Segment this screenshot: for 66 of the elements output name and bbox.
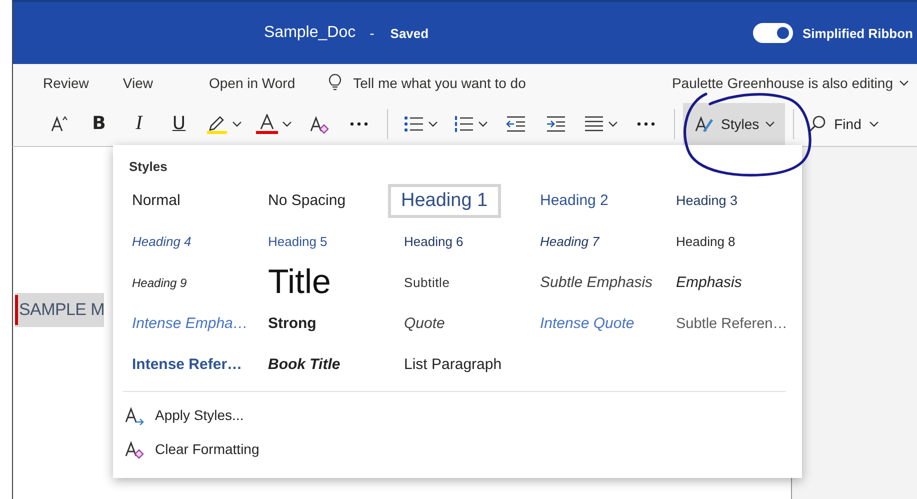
- style-option[interactable]: Heading 2: [534, 186, 614, 215]
- document-title: Sample_Doc: [264, 24, 356, 42]
- style-option[interactable]: Emphasis: [670, 268, 748, 297]
- style-option[interactable]: Heading 6: [398, 228, 470, 255]
- style-option[interactable]: List Paragraph: [398, 350, 508, 379]
- grow-font-icon: [49, 114, 69, 134]
- bold-button[interactable]: B: [79, 106, 119, 140]
- style-option[interactable]: Book Title: [262, 350, 346, 379]
- open-in-word-button[interactable]: Open in Word: [209, 74, 296, 90]
- style-option[interactable]: No Spacing: [262, 186, 352, 215]
- find-button[interactable]: Find: [802, 106, 886, 140]
- title-separator: -: [370, 25, 374, 41]
- styles-button[interactable]: Styles: [683, 102, 786, 144]
- underline-button[interactable]: U: [159, 106, 199, 140]
- style-option[interactable]: Normal: [126, 186, 186, 215]
- style-option[interactable]: Heading 4: [126, 228, 198, 255]
- style-option[interactable]: Quote: [398, 309, 451, 338]
- style-option[interactable]: Intense Empha…: [126, 309, 254, 338]
- highlighter-icon: [206, 114, 228, 134]
- chevron-icon: [869, 120, 880, 126]
- lightbulb-icon: [329, 74, 342, 91]
- outdent-icon: [506, 114, 526, 132]
- style-option[interactable]: Intense Refer…: [126, 350, 248, 379]
- style-option[interactable]: Heading 1: [388, 184, 501, 218]
- style-option[interactable]: Heading 7: [534, 228, 606, 255]
- document-text: SAMPLE M: [15, 293, 104, 327]
- toggle-label: Simplified Ribbon: [802, 26, 913, 40]
- style-option[interactable]: Subtitle: [398, 269, 456, 296]
- clear-formatting-icon: [308, 114, 330, 134]
- ribbon-tab[interactable]: View: [122, 74, 153, 90]
- search-icon: [808, 114, 826, 132]
- style-option[interactable]: Intense Quote: [534, 309, 640, 338]
- align-icon: [584, 116, 604, 132]
- chevron-icon: [232, 120, 242, 126]
- chevron-icon: [608, 120, 618, 126]
- clear-formatting-item[interactable]: Clear Formatting: [123, 432, 260, 466]
- chevron-icon: [478, 120, 488, 126]
- font-color-icon: [256, 114, 278, 134]
- italic-button[interactable]: I: [119, 106, 159, 140]
- bullet-list-icon: [404, 114, 424, 132]
- coauthor-button[interactable]: Paulette Greenhouse is also editing: [672, 74, 909, 90]
- style-option[interactable]: Title: [262, 260, 337, 305]
- styles-icon: [693, 114, 715, 134]
- clear-formatting-icon: [123, 439, 145, 459]
- indent-icon: [546, 114, 566, 132]
- numbered-list-icon: [454, 114, 474, 132]
- dropdown-title: Styles: [129, 159, 168, 174]
- more-icon: [350, 122, 368, 126]
- style-option[interactable]: Strong: [262, 309, 322, 338]
- search-field[interactable]: Tell me what you want to do: [353, 74, 526, 90]
- ribbon-tab[interactable]: Review: [43, 74, 89, 90]
- style-option[interactable]: Heading 5: [262, 228, 334, 255]
- style-option[interactable]: Heading 3: [670, 187, 744, 214]
- more-icon: [637, 122, 655, 126]
- chevron-icon: [899, 80, 909, 86]
- apply-styles-item[interactable]: Apply Styles...: [123, 398, 244, 432]
- toggle-switch[interactable]: [752, 23, 792, 43]
- chevron-icon: [428, 120, 438, 126]
- style-option[interactable]: Subtle Referen…: [670, 310, 794, 338]
- style-option[interactable]: Heading 8: [670, 228, 742, 255]
- style-option[interactable]: Subtle Emphasis: [534, 268, 659, 297]
- style-option[interactable]: Heading 9: [126, 270, 193, 296]
- save-status: Saved: [390, 26, 429, 40]
- chevron-icon: [765, 120, 776, 126]
- chevron-icon: [282, 120, 292, 126]
- apply-styles-icon: [123, 405, 145, 425]
